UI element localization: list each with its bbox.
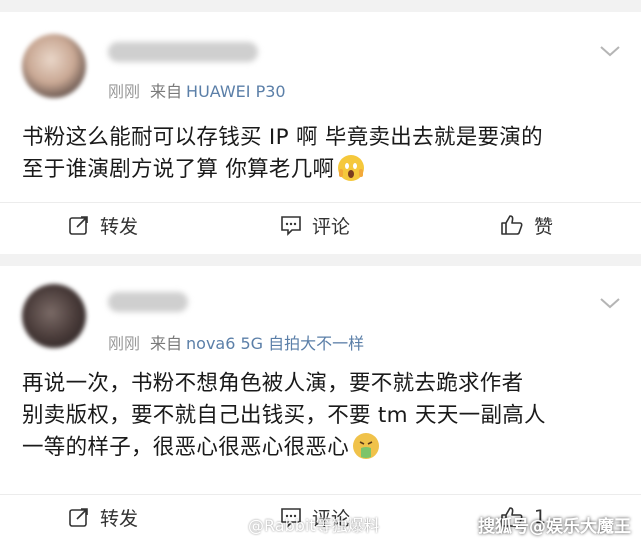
content-text: 一等的样子，很恶心很恶心很恶心 [22,435,350,460]
content-line: 至于谁演剧方说了算 你算老几啊 [22,154,623,186]
weibo-logo-icon [218,512,241,530]
source-label: 来自 [150,334,183,353]
like-label: 赞 [534,215,554,238]
content-text: 至于谁演剧方说了算 你算老几啊 [22,157,335,182]
forward-button[interactable]: 转发 [68,495,138,539]
weibo-watermark: @Rabbit等独爆料 [248,516,380,535]
post-meta: 刚刚 来自 HUAWEI P30 [108,78,286,102]
vomit-icon [353,433,380,459]
share-icon [69,508,88,527]
comment-label: 评论 [312,215,351,238]
content-line: 一等的样子，很恶心很恶心很恶心 [22,432,623,464]
device-link[interactable]: nova6 5G 自拍大不一样 [186,334,364,353]
post-meta: 刚刚 来自 nova6 5G 自拍大不一样 [108,330,364,354]
content-line: 别卖版权，要不就自己出钱买，不要 tm 天天一副高人 [22,403,546,428]
post-card: 刚刚 来自 HUAWEI P30 书粉这么能耐可以存钱买 IP 啊 毕竟卖出去就是要… [0,12,641,254]
avatar[interactable] [22,34,86,98]
forward-label: 转发 [100,507,139,530]
chevron-down-icon[interactable] [599,44,621,58]
comment-icon [281,216,301,236]
post-time: 刚刚 [108,82,141,101]
thumbs-up-icon [501,215,523,235]
username-blurred[interactable] [108,42,258,62]
content-line: 再说一次，书粉不想角色被人演，要不就去跪求作者 [22,371,524,396]
post-time: 刚刚 [108,334,141,353]
source-label: 来自 [150,82,183,101]
comment-button[interactable]: 评论 [280,203,350,247]
post-card: 刚刚 来自 nova6 5G 自拍大不一样 再说一次，书粉不想角色被人演，要不就去跪… [0,266,641,541]
scream-icon [338,155,365,181]
content-line: 书粉这么能耐可以存钱买 IP 啊 毕竟卖出去就是要演的 [22,125,543,150]
forward-label: 转发 [100,215,139,238]
action-bar: 转发 评论 赞 [0,202,641,247]
username-blurred[interactable] [108,292,188,312]
sohu-watermark: 搜狐号@娱乐大魔王 [478,517,631,537]
device-link[interactable]: HUAWEI P30 [186,82,286,101]
chevron-down-icon[interactable] [599,296,621,310]
share-icon [69,216,88,235]
forward-button[interactable]: 转发 [68,203,138,247]
post-content: 再说一次，书粉不想角色被人演，要不就去跪求作者 别卖版权，要不就自己出钱买，不要… [22,368,623,464]
avatar[interactable] [22,284,86,348]
like-button[interactable]: 赞 [500,203,553,247]
post-content: 书粉这么能耐可以存钱买 IP 啊 毕竟卖出去就是要演的 至于谁演剧方说了算 你算… [22,122,623,186]
